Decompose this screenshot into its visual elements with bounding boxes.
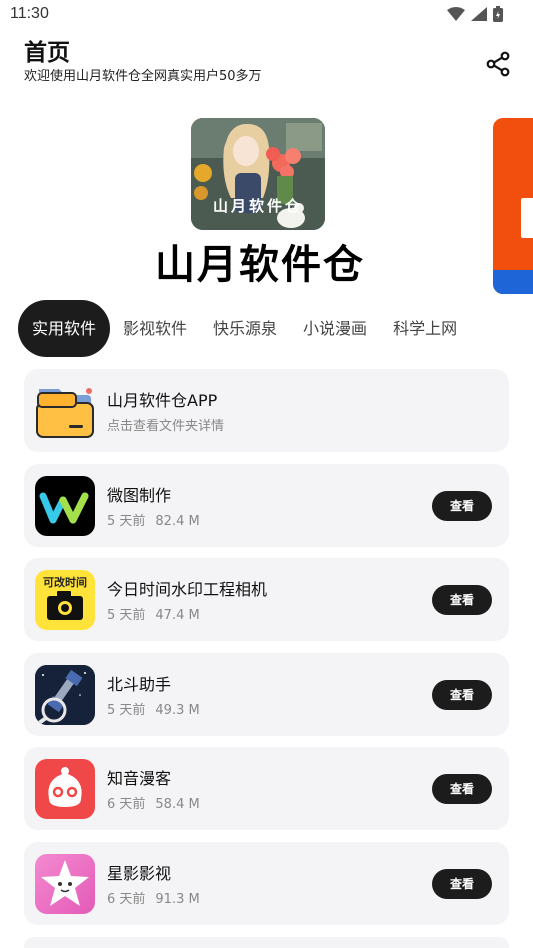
- app-name: 知音漫客: [107, 769, 172, 789]
- folder-icon: [35, 381, 95, 441]
- view-button[interactable]: 查看: [432, 679, 492, 710]
- banner-illustration: 山月软件仓: [191, 118, 325, 230]
- camera-icon: 可改时间: [35, 570, 95, 631]
- app-card[interactable]: 星影影视 6 天前 91.3 M 查看: [24, 841, 509, 925]
- app-list: 山月软件仓APP 点击查看文件夹详情 微图制作 5 天前 82.4 M 查看 可改…: [24, 369, 509, 948]
- folder-name: 山月软件仓APP: [107, 391, 218, 410]
- app-name: 今日时间水印工程相机: [107, 580, 268, 600]
- tab-novel-comic[interactable]: 小说漫画: [290, 300, 380, 357]
- banner-next-slide[interactable]: [493, 118, 533, 294]
- folder-desc: 点击查看文件夹详情: [107, 419, 225, 434]
- app-updated: 6 天前: [107, 797, 146, 813]
- star-icon: [35, 853, 95, 914]
- app-name: 微图制作: [107, 485, 172, 505]
- satellite-icon: [35, 664, 95, 725]
- page-subtitle: 欢迎使用山月软件仓全网真实用户50多万: [24, 69, 262, 84]
- zhiyin-icon: [35, 759, 95, 820]
- tab-fun[interactable]: 快乐源泉: [200, 300, 290, 357]
- category-tabs: 实用软件 影视软件 快乐源泉 小说漫画 科学上网: [18, 300, 470, 357]
- weitu-icon: [35, 475, 95, 536]
- view-button[interactable]: 查看: [432, 490, 492, 521]
- app-updated: 6 天前: [107, 891, 146, 907]
- app-card[interactable]: 北斗助手 5 天前 49.3 M 查看: [24, 652, 509, 736]
- app-meta: 5 天前 49.3 M: [107, 699, 210, 718]
- share-icon: [486, 51, 510, 77]
- page-title: 首页: [24, 40, 70, 66]
- app-size: 47.4 M: [155, 608, 200, 624]
- app-meta: 5 天前 47.4 M: [107, 604, 210, 623]
- battery-icon: [493, 6, 503, 22]
- signal-icon: [471, 7, 487, 21]
- app-meta: 6 天前 58.4 M: [107, 793, 210, 812]
- app-meta: 5 天前 82.4 M: [107, 510, 210, 529]
- tab-vpn[interactable]: 科学上网: [380, 300, 470, 357]
- view-button[interactable]: 查看: [432, 868, 492, 899]
- app-card-partial[interactable]: [24, 936, 509, 948]
- app-size: 58.4 M: [155, 797, 200, 813]
- app-updated: 5 天前: [107, 513, 146, 529]
- tab-utility[interactable]: 实用软件: [18, 300, 111, 357]
- status-bar: 11:30: [0, 0, 533, 30]
- status-icons: [447, 6, 503, 22]
- banner-thumb-caption: 山月软件仓: [212, 197, 303, 215]
- app-name: 星影影视: [107, 863, 172, 883]
- app-size: 91.3 M: [155, 891, 200, 907]
- camera-icon-caption: 可改时间: [43, 576, 87, 590]
- banner-logo-text: 山月软件仓: [155, 241, 365, 288]
- status-time: 11:30: [10, 5, 49, 22]
- app-updated: 5 天前: [107, 702, 146, 718]
- app-size: 49.3 M: [155, 702, 200, 718]
- folder-card[interactable]: 山月软件仓APP 点击查看文件夹详情: [24, 369, 509, 452]
- page-header: 首页 欢迎使用山月软件仓全网真实用户50多万: [24, 38, 513, 92]
- wifi-icon: [447, 7, 465, 21]
- app-card[interactable]: 可改时间 今日时间水印工程相机 5 天前 47.4 M 查看: [24, 558, 509, 642]
- app-size: 82.4 M: [155, 513, 200, 529]
- app-card[interactable]: 微图制作 5 天前 82.4 M 查看: [24, 463, 509, 547]
- share-button[interactable]: [485, 50, 513, 78]
- app-updated: 5 天前: [107, 608, 146, 624]
- view-button[interactable]: 查看: [432, 585, 492, 616]
- banner-carousel[interactable]: 山月软件仓 山月软件仓: [0, 114, 533, 296]
- banner-slide[interactable]: 山月软件仓 山月软件仓: [140, 114, 380, 296]
- app-name: 北斗助手: [107, 674, 172, 694]
- tab-video[interactable]: 影视软件: [110, 300, 200, 357]
- view-button[interactable]: 查看: [432, 774, 492, 805]
- app-meta: 6 天前 91.3 M: [107, 888, 210, 907]
- app-card[interactable]: 知音漫客 6 天前 58.4 M 查看: [24, 747, 509, 831]
